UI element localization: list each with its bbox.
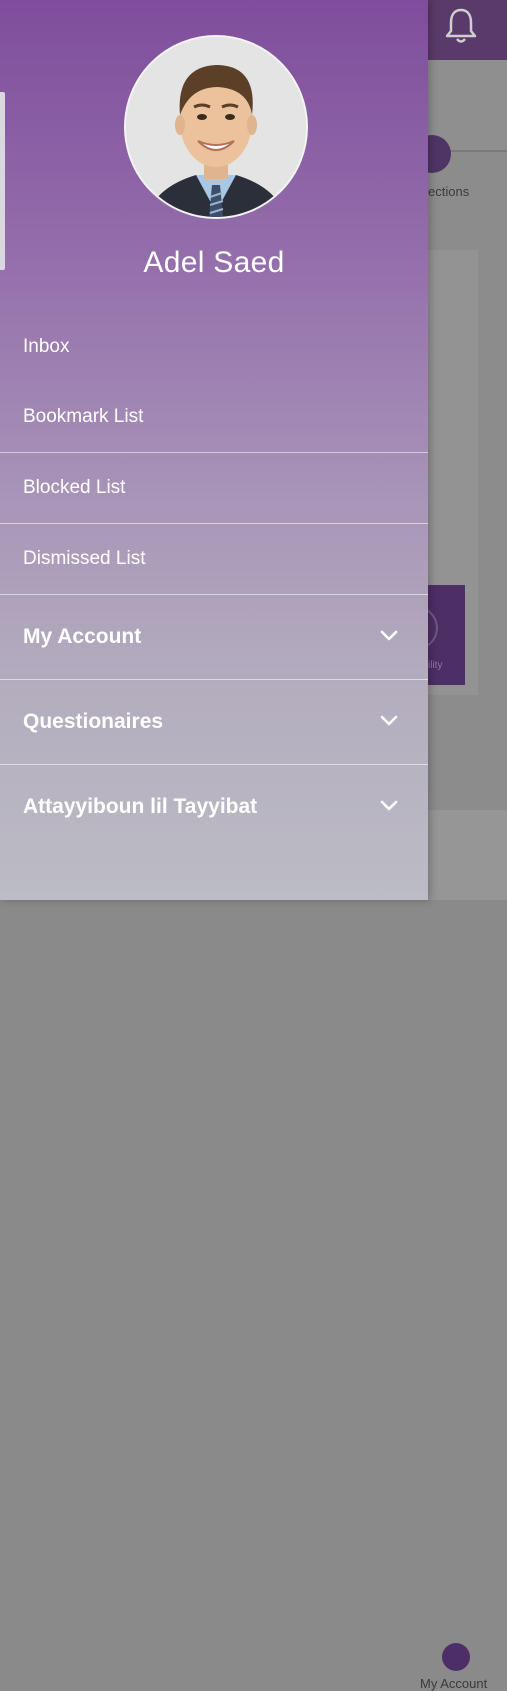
menu-item-inbox[interactable]: Inbox (0, 312, 428, 382)
section-label: My Account (23, 625, 142, 648)
menu-item-dismissed-list[interactable]: Dismissed List (0, 524, 428, 594)
user-name: Adel Saed (143, 246, 285, 279)
profile-photo (126, 37, 306, 217)
menu-item-label: Inbox (23, 336, 70, 357)
section-my-account[interactable]: My Account (0, 595, 428, 679)
chevron-down-icon[interactable] (380, 799, 398, 813)
bell-icon[interactable] (444, 6, 478, 46)
navigation-drawer: Adel Saed Inbox Bookmark List Blocked Li… (0, 0, 428, 900)
section-attayyiboun-lil-tayyibat[interactable]: Attayyiboun lil Tayyibat (0, 765, 428, 849)
menu-item-blocked-list[interactable]: Blocked List (0, 453, 428, 523)
account-icon[interactable] (442, 1643, 470, 1671)
tile-label: ility (428, 660, 443, 671)
tab-connections-label: ections (428, 184, 470, 199)
avatar[interactable] (124, 35, 308, 219)
drawer-edge-handle (0, 92, 5, 270)
menu-item-label: Dismissed List (23, 548, 146, 569)
menu-item-label: Bookmark List (23, 406, 144, 427)
bottom-nav-account-label[interactable]: My Account (420, 1676, 487, 1691)
chevron-down-icon[interactable] (380, 629, 398, 643)
menu-item-label: Blocked List (23, 477, 126, 498)
menu-item-bookmark-list[interactable]: Bookmark List (0, 382, 428, 452)
section-questionaires[interactable]: Questionaires (0, 680, 428, 764)
section-label: Questionaires (23, 710, 164, 733)
chevron-down-icon[interactable] (380, 714, 398, 728)
section-label: Attayyiboun lil Tayyibat (23, 795, 258, 818)
